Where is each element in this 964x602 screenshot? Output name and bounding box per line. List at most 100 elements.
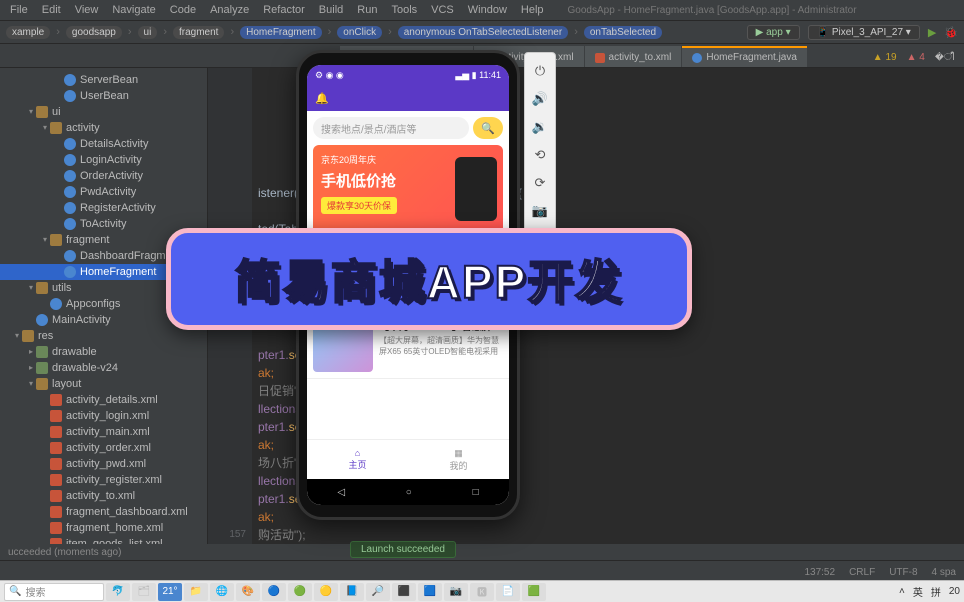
tree-node[interactable]: activity_details.xml — [0, 392, 207, 408]
tree-node[interactable]: fragment_dashboard.xml — [0, 504, 207, 520]
tree-node[interactable]: ToActivity — [0, 216, 207, 232]
editor-tab[interactable]: activity_to.xml — [585, 46, 682, 67]
back-key[interactable]: ◁ — [337, 487, 345, 498]
tree-node[interactable]: activity_pwd.xml — [0, 456, 207, 472]
crumb-class[interactable]: HomeFragment — [240, 26, 321, 39]
run-config-selector[interactable]: ▶ app ▾ — [747, 25, 800, 40]
menu-vcs[interactable]: VCS — [425, 2, 460, 18]
crumb-anon[interactable]: anonymous OnTabSelectedListener — [398, 26, 568, 39]
crumb-cb[interactable]: onTabSelected — [584, 26, 662, 39]
taskbar-app[interactable]: ⬛ — [392, 583, 416, 601]
tree-node[interactable]: ▾layout — [0, 376, 207, 392]
tree-node[interactable]: activity_login.xml — [0, 408, 207, 424]
tree-node[interactable]: ▾res — [0, 328, 207, 344]
tab-home[interactable]: ⌂主页 — [307, 440, 408, 479]
tree-node[interactable]: PwdActivity — [0, 184, 207, 200]
menu-file[interactable]: File — [4, 2, 34, 18]
bell-icon[interactable]: 🔔 — [315, 92, 329, 105]
taskbar-app[interactable]: 🎨 — [236, 583, 260, 601]
crumb-module[interactable]: xample — [6, 26, 50, 39]
debug-button-icon[interactable]: 🐞 — [944, 26, 958, 39]
menu-analyze[interactable]: Analyze — [204, 2, 255, 18]
taskbar-app[interactable]: 🌐 — [210, 583, 234, 601]
errors-badge[interactable]: ▲ 4 — [907, 52, 925, 63]
crumb-method[interactable]: onClick — [337, 26, 382, 39]
editor-tab-active[interactable]: HomeFragment.java — [682, 46, 807, 67]
taskbar-app[interactable]: 📷 — [444, 583, 468, 601]
taskbar-search[interactable]: 🔍搜索 — [4, 583, 104, 601]
taskbar-app[interactable]: 🔵 — [262, 583, 286, 601]
caret-position[interactable]: 137:52 — [804, 567, 835, 578]
recents-key[interactable]: □ — [473, 487, 479, 498]
menu-help[interactable]: Help — [515, 2, 550, 18]
tree-node[interactable]: UserBean — [0, 88, 207, 104]
menu-refactor[interactable]: Refactor — [257, 2, 311, 18]
search-button[interactable]: 🔍 — [473, 117, 503, 139]
taskbar-app[interactable]: 21° — [158, 583, 182, 601]
tree-node[interactable]: activity_register.xml — [0, 472, 207, 488]
home-key[interactable]: ○ — [406, 487, 412, 498]
menu-build[interactable]: Build — [313, 2, 349, 18]
tree-label: res — [38, 328, 53, 344]
tree-node[interactable]: ServerBean — [0, 72, 207, 88]
camera-icon[interactable]: 📷 — [525, 197, 555, 225]
tree-node[interactable]: OrderActivity — [0, 168, 207, 184]
tree-node[interactable]: ▸drawable-v24 — [0, 360, 207, 376]
menu-view[interactable]: View — [69, 2, 105, 18]
menu-run[interactable]: Run — [351, 2, 383, 18]
tree-node[interactable]: DetailsActivity — [0, 136, 207, 152]
taskbar-app[interactable]: 🐬 — [106, 583, 130, 601]
ime-lang[interactable]: 英 — [913, 584, 923, 599]
taskbar-clock[interactable]: 20 — [949, 586, 960, 597]
menu-tools[interactable]: Tools — [385, 2, 423, 18]
taskbar-app[interactable]: 📘 — [340, 583, 364, 601]
xml-icon — [50, 458, 62, 470]
line-sep[interactable]: CRLF — [849, 567, 875, 578]
crumb-pkg-ui[interactable]: ui — [138, 26, 158, 39]
taskbar-app[interactable]: 📄 — [496, 583, 520, 601]
warnings-badge[interactable]: ▲ 19 — [873, 52, 897, 63]
tree-node[interactable]: activity_order.xml — [0, 440, 207, 456]
tree-node[interactable]: ▸drawable — [0, 344, 207, 360]
tree-node[interactable]: ▾ui — [0, 104, 207, 120]
ime-mode[interactable]: 拼 — [931, 584, 941, 599]
tree-label: activity — [66, 120, 100, 136]
search-input[interactable]: 搜索地点/景点/酒店等 — [313, 117, 469, 139]
hide-panel-icon[interactable]: �ീ — [935, 52, 954, 63]
menu-edit[interactable]: Edit — [36, 2, 67, 18]
volume-up-icon[interactable]: 🔊 — [525, 85, 555, 113]
menu-navigate[interactable]: Navigate — [106, 2, 161, 18]
taskbar-app[interactable]: 🟢 — [288, 583, 312, 601]
taskbar-app[interactable]: 🟩 — [522, 583, 546, 601]
rotate-left-icon[interactable]: ⟲ — [525, 141, 555, 169]
run-button-icon[interactable]: ▶ — [928, 26, 936, 39]
tree-node[interactable]: LoginActivity — [0, 152, 207, 168]
menu-code[interactable]: Code — [164, 2, 202, 18]
taskbar-app[interactable]: 🗂 — [132, 583, 156, 601]
tree-node[interactable]: RegisterActivity — [0, 200, 207, 216]
tree-node[interactable]: fragment_home.xml — [0, 520, 207, 536]
tab-mine[interactable]: ▦我的 — [408, 440, 509, 479]
taskbar-app[interactable]: 🅺 — [470, 583, 494, 601]
power-icon[interactable]: ⏻ — [525, 57, 555, 85]
battery-icon: ▮ — [472, 70, 477, 80]
volume-down-icon[interactable]: 🔉 — [525, 113, 555, 141]
taskbar-app[interactable]: 🟦 — [418, 583, 442, 601]
crumb-pkg-fragment[interactable]: fragment — [173, 26, 224, 39]
encoding[interactable]: UTF-8 — [889, 567, 917, 578]
menu-window[interactable]: Window — [462, 2, 513, 18]
rotate-right-icon[interactable]: ⟳ — [525, 169, 555, 197]
taskbar-app[interactable]: 🟡 — [314, 583, 338, 601]
device-selector[interactable]: 📱 Pixel_3_API_27 ▾ — [808, 25, 920, 40]
indent[interactable]: 4 spa — [932, 567, 956, 578]
tray-chevron-icon[interactable]: ˄ — [899, 586, 905, 597]
crumb-pkg[interactable]: goodsapp — [66, 26, 122, 39]
xml-icon — [50, 522, 62, 534]
tree-label: activity_order.xml — [66, 440, 151, 456]
taskbar-app[interactable]: 📁 — [184, 583, 208, 601]
tree-node[interactable]: activity_main.xml — [0, 424, 207, 440]
tree-node[interactable]: ▾activity — [0, 120, 207, 136]
folder-open-icon — [50, 234, 62, 246]
tree-node[interactable]: activity_to.xml — [0, 488, 207, 504]
taskbar-app[interactable]: 🔎 — [366, 583, 390, 601]
